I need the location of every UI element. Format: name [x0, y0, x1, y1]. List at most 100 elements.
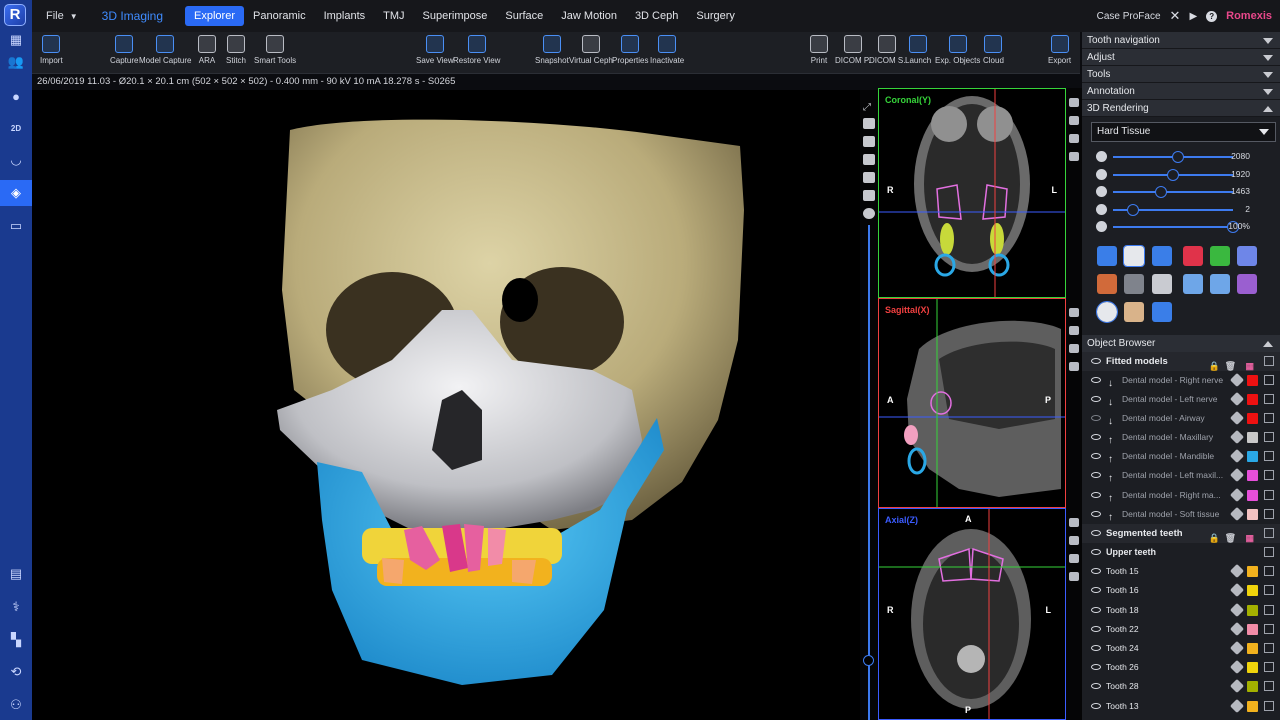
color-swatch[interactable] — [1247, 585, 1258, 597]
eraser-icon[interactable] — [1152, 301, 1172, 322]
eye-icon[interactable] — [1091, 376, 1101, 383]
row-checkbox[interactable] — [1264, 681, 1274, 692]
tab-surgery[interactable]: Surgery — [687, 6, 744, 26]
row-checkbox[interactable] — [1264, 604, 1274, 615]
wrench-icon[interactable] — [1229, 679, 1245, 694]
user-network-icon[interactable]: ⚇ — [0, 692, 32, 718]
eye-icon[interactable] — [1091, 644, 1101, 651]
import-button[interactable]: Import — [40, 35, 63, 71]
half-circle-icon[interactable] — [1096, 300, 1118, 323]
section-annotation[interactable]: Annotation — [1082, 83, 1280, 100]
file-menu[interactable]: File ▼ — [46, 10, 78, 22]
wrench-icon[interactable] — [1229, 449, 1245, 464]
color-swatch[interactable] — [1247, 432, 1258, 444]
wrench-icon[interactable] — [1229, 621, 1245, 636]
grid-preset-icon[interactable] — [1152, 245, 1172, 266]
contrast-slider[interactable]: 2080 — [1082, 148, 1280, 166]
model-row[interactable]: ↑ Dental model - Mandible — [1082, 447, 1280, 466]
row-checkbox[interactable] — [1264, 662, 1274, 673]
print-button[interactable]: Print — [810, 35, 828, 71]
tab-tmj[interactable]: TMJ — [374, 6, 413, 26]
head-icon[interactable] — [863, 154, 875, 165]
eye-icon[interactable] — [1091, 549, 1101, 555]
warning-icon[interactable] — [1069, 116, 1079, 125]
eye-icon[interactable] — [1091, 434, 1101, 441]
snapshot-button[interactable]: Snapshot — [535, 35, 569, 71]
color-swatch[interactable] — [1247, 508, 1258, 520]
color-swatch[interactable] — [1247, 451, 1258, 463]
camera-icon[interactable] — [1069, 344, 1079, 353]
tooth-row[interactable]: Tooth 15 — [1082, 562, 1280, 581]
color-swatch[interactable] — [1247, 566, 1258, 578]
eye-icon[interactable] — [1091, 453, 1101, 460]
tooth-row[interactable]: Tooth 28 — [1082, 677, 1280, 696]
close-icon[interactable]: ✕ — [1170, 8, 1181, 24]
fitted-models-group[interactable]: Fitted models 🔒 🗑 ▦ — [1082, 351, 1280, 371]
launch-button[interactable]: Launch — [905, 35, 931, 71]
warning-icon[interactable] — [1069, 326, 1079, 335]
eye-icon[interactable] — [1091, 606, 1101, 613]
eye-icon[interactable] — [1091, 702, 1101, 709]
restore-view-button[interactable]: Restore View — [453, 35, 500, 71]
eye-icon[interactable] — [1091, 510, 1101, 517]
2d-icon[interactable]: 2D — [0, 115, 32, 141]
face-icon[interactable] — [863, 190, 875, 201]
wrench-icon[interactable] — [1229, 429, 1245, 445]
wrench-icon[interactable] — [1229, 564, 1245, 579]
brightness-slider[interactable]: 1920 — [1082, 166, 1280, 184]
tab-superimpose[interactable]: Superimpose — [414, 6, 497, 26]
skull-preset-icon[interactable] — [1123, 244, 1145, 267]
ceph-icon[interactable]: ▤ — [0, 561, 32, 587]
model-row[interactable]: ↑ Dental model - Soft tissue — [1082, 505, 1280, 524]
skull-color-icon[interactable] — [1124, 301, 1144, 322]
tab-explorer[interactable]: Explorer — [185, 6, 244, 26]
green-plane-icon[interactable] — [1210, 245, 1230, 266]
row-checkbox[interactable] — [1264, 432, 1274, 443]
module-title[interactable]: 3D Imaging — [102, 9, 163, 23]
color-swatch[interactable] — [1247, 393, 1258, 405]
coronal-pane[interactable]: Coronal(Y) R L — [878, 88, 1066, 298]
subgroup-checkbox[interactable] — [1264, 547, 1274, 557]
color-swatch[interactable] — [1247, 412, 1258, 424]
smoothing-slider[interactable]: 2 — [1082, 201, 1280, 219]
wrench-icon[interactable] — [1229, 583, 1245, 598]
tab-surface[interactable]: Surface — [496, 6, 552, 26]
properties-button[interactable]: Properties — [612, 35, 648, 71]
model-capture-button[interactable]: Model Capture — [139, 35, 191, 71]
opacity-icon[interactable] — [863, 208, 875, 219]
slider-knob[interactable] — [1126, 203, 1139, 216]
row-checkbox[interactable] — [1264, 451, 1274, 462]
model-row[interactable]: ↓ Dental model - Left nerve — [1082, 390, 1280, 409]
tooth-row[interactable]: Tooth 22 — [1082, 620, 1280, 639]
ara-button[interactable]: ARA — [198, 35, 216, 71]
row-checkbox[interactable] — [1264, 585, 1274, 596]
wrench-icon[interactable] — [1229, 506, 1245, 521]
section-tooth-navigation[interactable]: Tooth navigation — [1082, 32, 1280, 49]
export-objects-button[interactable]: Exp. Objects — [935, 35, 980, 71]
export-button[interactable]: Export — [1048, 35, 1071, 71]
group-checkbox[interactable] — [1264, 528, 1274, 538]
tab-panoramic[interactable]: Panoramic — [244, 6, 315, 26]
camera-icon[interactable] — [1069, 554, 1079, 563]
patient-icon[interactable]: ● — [0, 83, 32, 109]
color-swatch[interactable] — [1247, 700, 1258, 712]
expand-icon[interactable] — [1069, 98, 1079, 107]
head-side-icon[interactable] — [1183, 273, 1203, 294]
row-checkbox[interactable] — [1264, 566, 1274, 577]
color-swatch[interactable] — [1247, 604, 1258, 616]
wrench-icon[interactable] — [1229, 487, 1245, 502]
eye-icon[interactable] — [1091, 530, 1101, 536]
row-checkbox[interactable] — [1264, 412, 1274, 423]
tooth-row[interactable]: Tooth 18 — [1082, 601, 1280, 620]
clip-slider-knob[interactable] — [863, 655, 874, 666]
tooth-row[interactable]: Tooth 24 — [1082, 639, 1280, 658]
row-checkbox[interactable] — [1264, 470, 1274, 481]
row-checkbox[interactable] — [1264, 700, 1274, 711]
slider-knob[interactable] — [1155, 186, 1168, 198]
color-grid-icon[interactable] — [1237, 273, 1257, 294]
model-row[interactable]: ↓ Dental model - Right nerve — [1082, 371, 1280, 390]
eye-icon[interactable] — [1091, 587, 1101, 594]
model-row[interactable]: ↑ Dental model - Right ma... — [1082, 486, 1280, 505]
row-checkbox[interactable] — [1264, 508, 1274, 519]
dicom-send-button[interactable]: DICOM S. — [869, 35, 905, 71]
